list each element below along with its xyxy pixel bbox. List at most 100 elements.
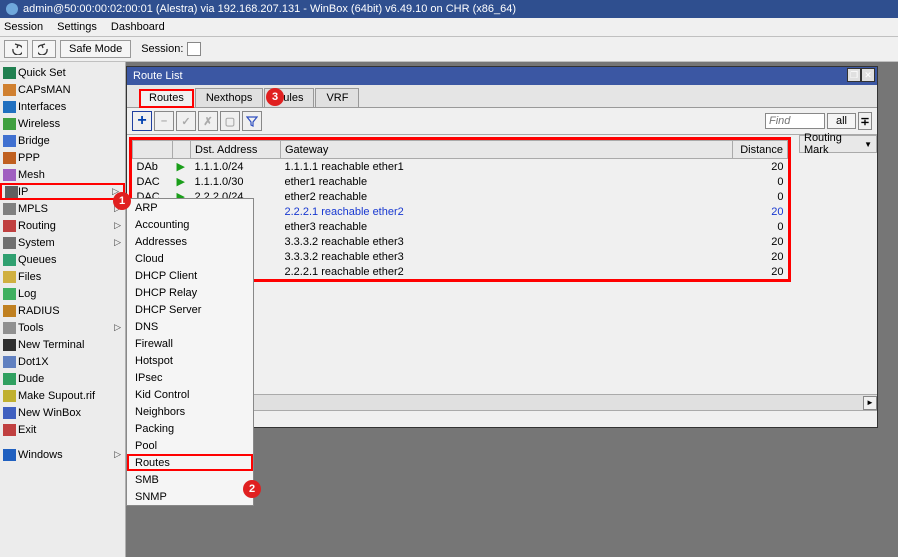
sidebar-icon <box>3 84 16 96</box>
menu-dashboard[interactable]: Dashboard <box>111 21 165 33</box>
sidebar: Quick SetCAPsMANInterfacesWirelessBridge… <box>0 62 126 557</box>
sidebar-item-tools[interactable]: Tools ▷ <box>0 319 125 336</box>
window-restore-button[interactable]: ❐ <box>847 68 861 82</box>
menubar: Session Settings Dashboard <box>0 18 898 37</box>
submenu-item-hotspot[interactable]: Hotspot <box>127 352 253 369</box>
sidebar-item-log[interactable]: Log <box>0 285 125 302</box>
sidebar-item-new-winbox[interactable]: New WinBox <box>0 404 125 421</box>
col-distance[interactable]: Distance <box>733 141 788 159</box>
sidebar-item-ppp[interactable]: PPP <box>0 149 125 166</box>
sidebar-label: Make Supout.rif <box>18 390 95 402</box>
redo-button[interactable] <box>32 40 56 58</box>
winbox-logo-icon <box>6 3 18 15</box>
menu-settings[interactable]: Settings <box>57 21 97 33</box>
add-route-button[interactable]: + <box>132 111 152 131</box>
sidebar-label: Dude <box>18 373 44 385</box>
route-row[interactable]: DAb ▶ 1.1.1.0/24 1.1.1.1 reachable ether… <box>133 159 788 175</box>
sidebar-item-make-supout-rif[interactable]: Make Supout.rif <box>0 387 125 404</box>
undo-button[interactable] <box>4 40 28 58</box>
safe-mode-button[interactable]: Safe Mode <box>60 40 131 58</box>
col-state[interactable] <box>173 141 191 159</box>
window-close-button[interactable]: ✕ <box>861 68 875 82</box>
submenu-item-ipsec[interactable]: IPsec <box>127 369 253 386</box>
sidebar-item-files[interactable]: Files <box>0 268 125 285</box>
sidebar-icon <box>3 101 16 113</box>
expand-icon: ▷ <box>114 322 121 333</box>
sidebar-item-wireless[interactable]: Wireless <box>0 115 125 132</box>
submenu-item-smb[interactable]: SMB <box>127 471 253 488</box>
col-flags[interactable] <box>133 141 173 159</box>
main-toolbar: Safe Mode Session: <box>0 37 898 62</box>
sidebar-item-ip[interactable]: IP▷ <box>0 183 125 200</box>
sidebar-label: System <box>18 237 55 249</box>
sidebar-item-dot1x[interactable]: Dot1X <box>0 353 125 370</box>
submenu-item-addresses[interactable]: Addresses <box>127 233 253 250</box>
sidebar-icon <box>3 271 16 283</box>
cell-distance: 20 <box>733 249 788 264</box>
disable-button[interactable]: ✗ <box>198 111 218 131</box>
sidebar-item-capsman[interactable]: CAPsMAN <box>0 81 125 98</box>
sidebar-item-exit[interactable]: Exit <box>0 421 125 438</box>
route-window-titlebar[interactable]: Route List ❐ ✕ <box>127 67 877 85</box>
tab-vrf[interactable]: VRF <box>315 88 359 107</box>
route-tabs: Routes Nexthops Rules VRF <box>127 85 877 108</box>
sidebar-item-bridge[interactable]: Bridge <box>0 132 125 149</box>
submenu-item-cloud[interactable]: Cloud <box>127 250 253 267</box>
cell-flags: DAC <box>133 174 173 189</box>
submenu-item-arp[interactable]: ARP <box>127 199 253 216</box>
sidebar-item-windows[interactable]: Windows▷ <box>0 446 125 463</box>
route-row[interactable]: DAC ▶ 1.1.1.0/30 ether1 reachable 0 <box>133 174 788 189</box>
submenu-item-dhcp-server[interactable]: DHCP Server <box>127 301 253 318</box>
cell-gateway: 2.2.2.1 reachable ether2 <box>281 204 733 219</box>
sidebar-item-radius[interactable]: RADIUS <box>0 302 125 319</box>
sidebar-item-dude[interactable]: Dude <box>0 370 125 387</box>
col-gateway[interactable]: Gateway <box>281 141 733 159</box>
submenu-item-dns[interactable]: DNS <box>127 318 253 335</box>
comment-button[interactable]: ▢ <box>220 111 240 131</box>
submenu-item-firewall[interactable]: Firewall <box>127 335 253 352</box>
scroll-right-icon[interactable]: ► <box>863 396 877 410</box>
submenu-item-routes[interactable]: Routes <box>127 454 253 471</box>
expand-icon: ▷ <box>114 237 121 248</box>
remove-route-button[interactable]: – <box>154 111 174 131</box>
sidebar-item-interfaces[interactable]: Interfaces <box>0 98 125 115</box>
sidebar-label: MPLS <box>18 203 48 215</box>
submenu-item-pool[interactable]: Pool <box>127 437 253 454</box>
submenu-item-kid-control[interactable]: Kid Control <box>127 386 253 403</box>
filter-button[interactable] <box>242 111 262 131</box>
sidebar-icon <box>3 407 16 419</box>
sidebar-item-queues[interactable]: Queues <box>0 251 125 268</box>
menu-session[interactable]: Session <box>4 21 43 33</box>
sidebar-item-mpls[interactable]: MPLS▷ <box>0 200 125 217</box>
sidebar-label: Tools <box>18 322 44 334</box>
cell-gateway: 1.1.1.1 reachable ether1 <box>281 159 733 175</box>
enable-button[interactable]: ✓ <box>176 111 196 131</box>
submenu-item-neighbors[interactable]: Neighbors <box>127 403 253 420</box>
submenu-item-snmp[interactable]: SNMP <box>127 488 253 505</box>
sidebar-icon <box>3 237 16 249</box>
sidebar-item-routing[interactable]: Routing▷ <box>0 217 125 234</box>
tab-routes[interactable]: Routes <box>139 89 194 108</box>
all-filter-button[interactable]: all <box>827 113 856 129</box>
find-input[interactable] <box>765 113 825 129</box>
col-dst[interactable]: Dst. Address <box>191 141 281 159</box>
expand-icon: ▷ <box>114 220 121 231</box>
sidebar-icon <box>3 390 16 402</box>
col-routing-mark[interactable]: Routing Mark▼ <box>799 135 877 153</box>
sidebar-icon <box>3 322 16 334</box>
tab-nexthops[interactable]: Nexthops <box>195 88 263 107</box>
submenu-item-packing[interactable]: Packing <box>127 420 253 437</box>
session-input[interactable] <box>187 42 201 56</box>
submenu-item-dhcp-client[interactable]: DHCP Client <box>127 267 253 284</box>
filter-dropdown-button[interactable]: ∓ <box>858 112 872 130</box>
cell-gateway: ether3 reachable <box>281 219 733 234</box>
sidebar-item-system[interactable]: System ▷ <box>0 234 125 251</box>
sidebar-item-new-terminal[interactable]: New Terminal <box>0 336 125 353</box>
sidebar-item-mesh[interactable]: Mesh <box>0 166 125 183</box>
submenu-item-dhcp-relay[interactable]: DHCP Relay <box>127 284 253 301</box>
submenu-item-accounting[interactable]: Accounting <box>127 216 253 233</box>
sidebar-icon <box>3 356 16 368</box>
cell-state-icon: ▶ <box>173 174 191 189</box>
sidebar-label: Mesh <box>18 169 45 181</box>
sidebar-item-quick-set[interactable]: Quick Set <box>0 64 125 81</box>
